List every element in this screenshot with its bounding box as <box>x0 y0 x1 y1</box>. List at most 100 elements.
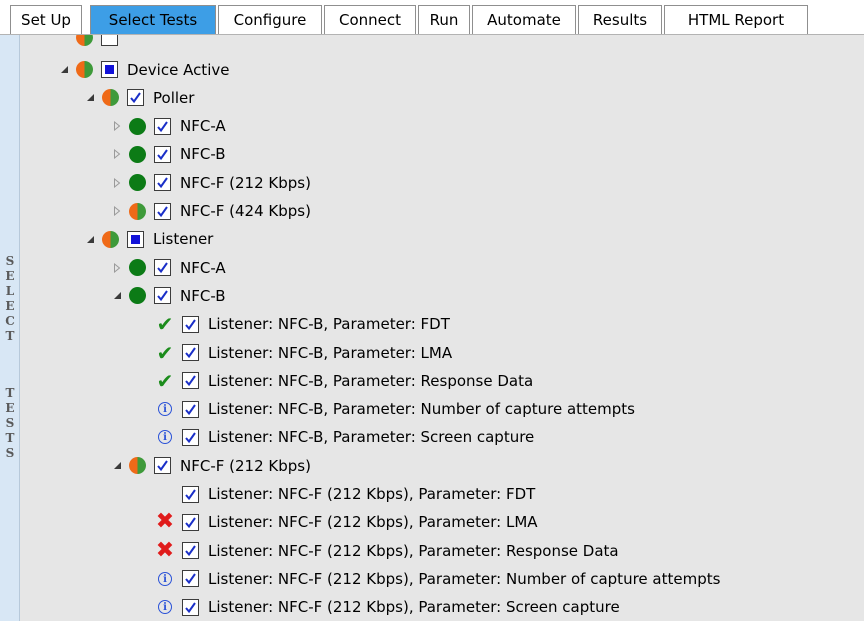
checked-checkbox[interactable] <box>182 570 199 588</box>
partial-checkbox[interactable] <box>127 230 144 248</box>
tree-row-label: Listener: NFC-F (212 Kbps), Parameter: S… <box>208 598 620 617</box>
expand-triangle-icon[interactable] <box>83 91 97 105</box>
tree-checkbox[interactable] <box>101 35 118 46</box>
tree-row[interactable]: i Listener: NFC-B, Parameter: Number of c… <box>138 395 864 424</box>
tree-row[interactable]: NFC-F (424 Kbps) <box>110 197 864 226</box>
checked-checkbox[interactable] <box>127 89 144 107</box>
tree-row-label: Listener: NFC-B, Parameter: Screen captu… <box>208 428 535 447</box>
tree-row[interactable]: NFC-A <box>110 112 864 141</box>
tree-row[interactable]: NFC-F (212 Kbps) <box>110 451 864 480</box>
mixed-status-icon <box>75 61 93 79</box>
tree-row-label: NFC-A <box>180 117 226 136</box>
tree-row[interactable]: ✔ Listener: NFC-B, Parameter: Response Da… <box>138 366 864 395</box>
tree-row[interactable]: Device Active <box>57 55 864 84</box>
side-label-tests: TESTS <box>0 386 20 461</box>
tree-row[interactable]: NFC-B <box>110 140 864 169</box>
tree-row[interactable]: ✖ Listener: NFC-F (212 Kbps), Parameter: … <box>138 536 864 565</box>
tree-row-label: NFC-F (424 Kbps) <box>180 202 311 220</box>
tab-run[interactable]: Run <box>418 5 470 35</box>
tree-row-label: NFC-A <box>180 258 226 277</box>
tab-set-up[interactable]: Set Up <box>10 5 82 35</box>
pass-status-icon <box>128 174 146 192</box>
side-label-letter: C <box>5 314 15 328</box>
mixed-status-icon <box>101 89 119 107</box>
tab-configure[interactable]: Configure <box>218 5 322 35</box>
checked-checkbox[interactable] <box>182 344 199 361</box>
checked-checkbox[interactable] <box>182 485 199 503</box>
tab-results[interactable]: Results <box>578 5 662 35</box>
checked-checkbox[interactable] <box>182 400 199 418</box>
side-label-letter: L <box>5 284 15 298</box>
mixed-status-icon <box>128 457 146 475</box>
tab-html-report[interactable]: HTML Report <box>664 5 808 35</box>
tree-row[interactable]: i Listener: NFC-B, Parameter: Screen capt… <box>138 423 864 452</box>
expander-icon[interactable] <box>57 35 71 45</box>
tree-row[interactable]: NFC-F (212 Kbps) <box>110 168 864 197</box>
tree-row[interactable]: NFC-B <box>110 281 864 310</box>
tree-row-label: Poller <box>153 88 195 107</box>
collapse-triangle-icon[interactable] <box>110 147 124 161</box>
expand-triangle-icon[interactable] <box>83 232 97 246</box>
checked-checkbox[interactable] <box>154 145 171 163</box>
tab-connect[interactable]: Connect <box>324 5 416 35</box>
checked-checkbox[interactable] <box>154 259 171 277</box>
checked-checkbox[interactable] <box>182 598 199 616</box>
side-label-letter: E <box>5 299 15 313</box>
tree-row-label: Listener: NFC-B, Parameter: Response Dat… <box>208 371 534 390</box>
tree-row-label: Listener: NFC-F (212 Kbps), Parameter: R… <box>208 541 619 560</box>
side-label-letter: T <box>5 386 15 400</box>
tree-row[interactable]: Listener <box>83 225 864 254</box>
tree-row-label: NFC-B <box>180 145 226 164</box>
tab-bar: Set Up Select Tests Configure Connect Ru… <box>0 0 864 38</box>
tab-select-tests[interactable]: Select Tests <box>90 5 216 35</box>
checked-checkbox[interactable] <box>154 174 171 192</box>
tree-row[interactable]: Listener: NFC-F (212 Kbps), Parameter: F… <box>138 480 864 509</box>
checked-checkbox[interactable] <box>154 287 171 305</box>
side-label-letter: T <box>5 431 15 445</box>
test-tree: Device Active Poller NFC-A NFC-B NFC-F (212 … <box>20 35 864 621</box>
tab-automate[interactable]: Automate <box>472 5 576 35</box>
expand-triangle-icon[interactable] <box>57 63 71 77</box>
tree-row-label: Listener: NFC-B, Parameter: Number of ca… <box>208 400 635 419</box>
checked-checkbox[interactable] <box>182 513 199 531</box>
checked-checkbox[interactable] <box>154 202 171 220</box>
checked-checkbox[interactable] <box>154 117 171 135</box>
collapse-triangle-icon[interactable] <box>110 119 124 133</box>
tree-row[interactable]: ✔ Listener: NFC-B, Parameter: FDT <box>138 310 864 339</box>
collapse-triangle-icon[interactable] <box>110 176 124 190</box>
checked-checkbox[interactable] <box>182 542 199 560</box>
side-label-letter: E <box>5 401 15 415</box>
tree-row[interactable]: i Listener: NFC-F (212 Kbps), Parameter: … <box>138 564 864 593</box>
side-label-letter: S <box>5 446 15 460</box>
passed-checkmark-icon: ✔ <box>156 340 174 365</box>
tree-row-clipped <box>57 35 864 52</box>
tree-row[interactable]: i Listener: NFC-F (212 Kbps), Parameter: … <box>138 593 864 621</box>
checked-checkbox[interactable] <box>182 428 199 446</box>
select-tests-side-strip: SELECT TESTS <box>0 35 20 621</box>
tree-row[interactable]: ✔ Listener: NFC-B, Parameter: LMA <box>138 338 864 367</box>
tree-row[interactable]: ✖ Listener: NFC-F (212 Kbps), Parameter: … <box>138 508 864 537</box>
expand-triangle-icon[interactable] <box>110 289 124 303</box>
collapse-triangle-icon[interactable] <box>110 204 124 218</box>
tree-row-label: Listener: NFC-F (212 Kbps), Parameter: F… <box>208 485 536 503</box>
tree-row[interactable]: NFC-A <box>110 253 864 282</box>
info-icon: i <box>156 428 174 446</box>
checked-checkbox[interactable] <box>182 372 199 390</box>
info-icon: i <box>156 570 174 588</box>
partial-checkbox[interactable] <box>101 61 118 78</box>
mixed-status-icon <box>101 230 119 248</box>
tree-row[interactable]: Poller <box>83 83 864 112</box>
side-label-letter: S <box>5 416 15 430</box>
failed-x-icon: ✖ <box>155 537 175 563</box>
checked-checkbox[interactable] <box>154 457 171 475</box>
expand-triangle-icon[interactable] <box>110 459 124 473</box>
collapse-triangle-icon[interactable] <box>110 261 124 275</box>
checked-checkbox[interactable] <box>182 315 199 333</box>
side-label-select: SELECT <box>0 254 20 344</box>
